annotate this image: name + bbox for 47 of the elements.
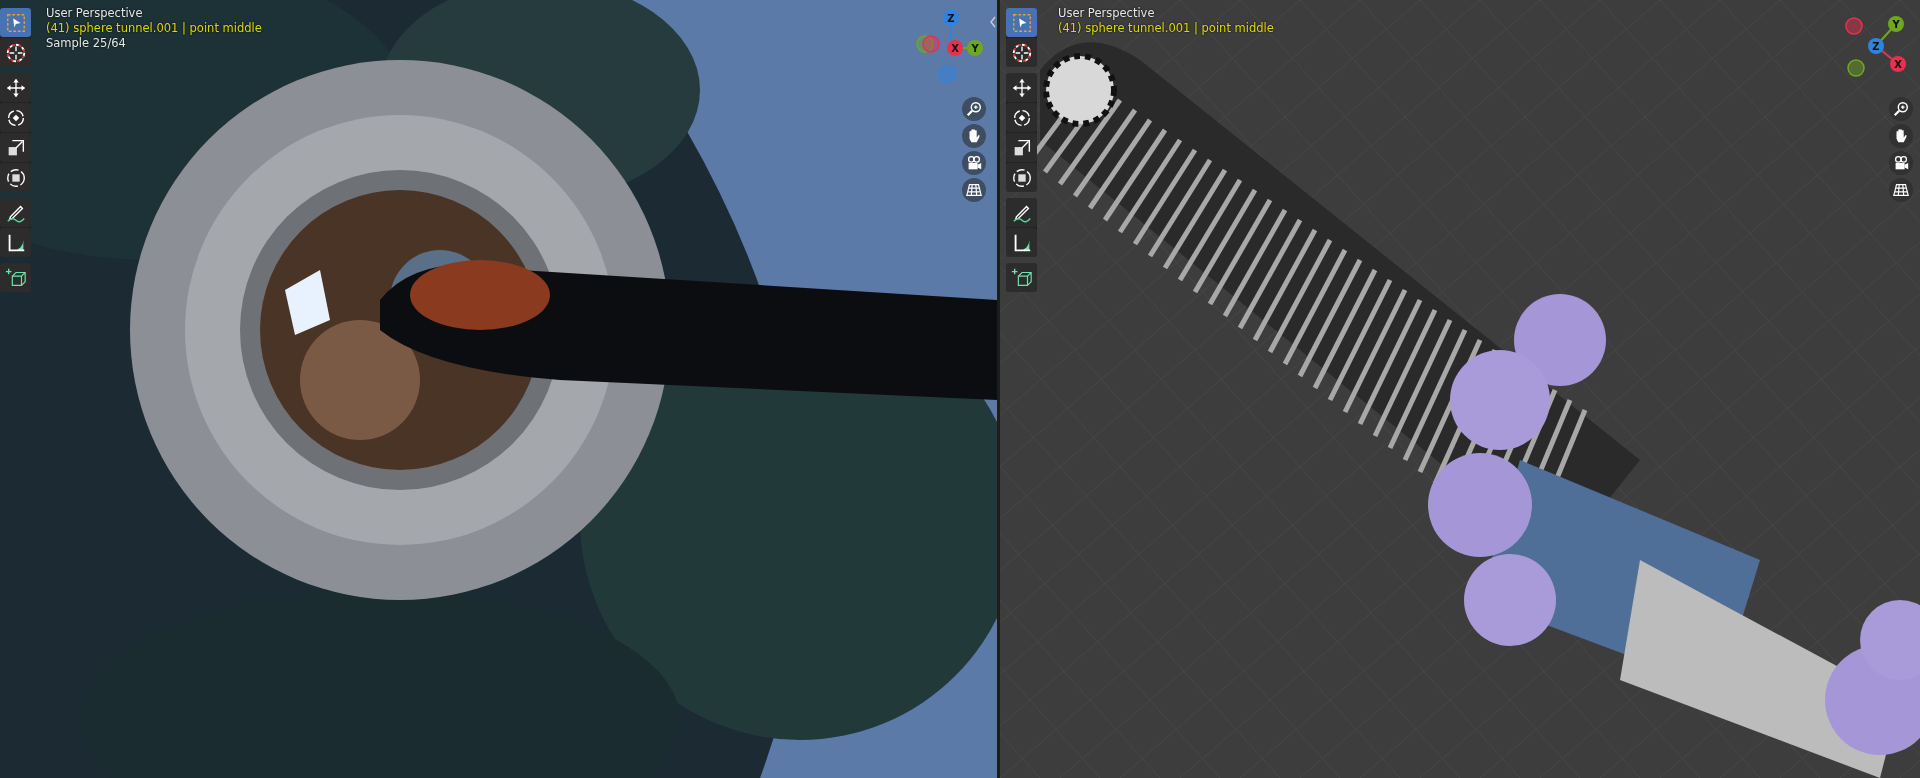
grid-icon: [1892, 181, 1910, 199]
ortho-view-button[interactable]: [962, 178, 986, 202]
rotate-tool-button[interactable]: [1006, 103, 1037, 132]
object-info: (41) sphere tunnel.001 | point middle: [46, 21, 262, 36]
ortho-view-button[interactable]: [1889, 178, 1913, 202]
navigation-gizmo[interactable]: Z X Y: [913, 4, 989, 94]
view-name: User Perspective: [1058, 6, 1156, 21]
pan-view-button[interactable]: [962, 124, 986, 148]
cursor-icon: [4, 41, 27, 64]
cursor-tool-button[interactable]: [1006, 38, 1037, 67]
move-tool-button[interactable]: [0, 73, 31, 102]
grid-icon: [965, 181, 983, 199]
transform-icon: [1010, 166, 1033, 189]
navigation-gizmo[interactable]: Y Z X: [1840, 4, 1916, 94]
scale-tool-button[interactable]: [0, 133, 31, 162]
measure-tool-button[interactable]: [1006, 228, 1037, 257]
annotate-tool-button[interactable]: [0, 198, 31, 227]
pan-view-button[interactable]: [1889, 124, 1913, 148]
transform-tool-button[interactable]: [0, 163, 31, 192]
object-info: (41) sphere tunnel.001 | point middle: [1058, 21, 1274, 36]
camera-icon: [965, 154, 983, 172]
move-icon: [1010, 76, 1033, 99]
select-box-icon: [1010, 11, 1033, 34]
annotate-tool-button[interactable]: [1006, 198, 1037, 227]
rotate-tool-button[interactable]: [0, 103, 31, 132]
zoom-icon: [965, 100, 983, 118]
transform-tool-button[interactable]: [1006, 163, 1037, 192]
add-tool-button[interactable]: [0, 263, 31, 292]
transform-icon: [4, 166, 27, 189]
cursor-icon: [1010, 41, 1033, 64]
cursor-tool-button[interactable]: [0, 38, 31, 67]
sample-count: Sample 25/64: [46, 36, 127, 51]
add-cube-icon: [4, 266, 27, 289]
move-icon: [4, 76, 27, 99]
zoom-icon: [1892, 100, 1910, 118]
scale-tool-button[interactable]: [1006, 133, 1037, 162]
camera-view-button[interactable]: [1889, 151, 1913, 175]
zoom-view-button[interactable]: [962, 97, 986, 121]
measure-tool-button[interactable]: [0, 228, 31, 257]
camera-view-button[interactable]: [962, 151, 986, 175]
zoom-view-button[interactable]: [1889, 97, 1913, 121]
select-box-icon: [4, 11, 27, 34]
camera-icon: [1892, 154, 1910, 172]
view-name: User Perspective: [46, 6, 144, 21]
add-cube-icon: [1010, 266, 1033, 289]
move-tool-button[interactable]: [1006, 73, 1037, 102]
add-tool-button[interactable]: [1006, 263, 1037, 292]
